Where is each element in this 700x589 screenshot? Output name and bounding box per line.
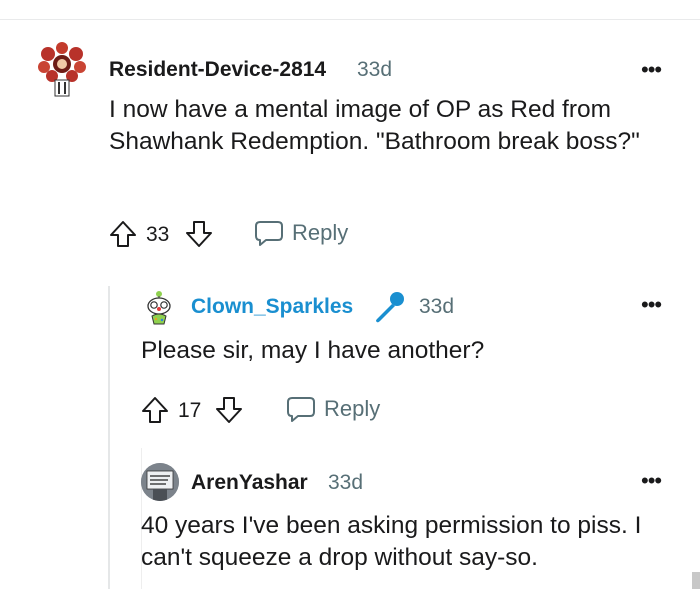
upvote-icon[interactable]	[140, 395, 170, 425]
more-options-button[interactable]: •••	[641, 294, 662, 316]
downvote-icon[interactable]	[214, 395, 244, 425]
username[interactable]: Resident-Device-2814	[109, 58, 326, 82]
comment-age: 33d	[419, 295, 455, 318]
top-divider	[0, 19, 700, 20]
thread-line[interactable]	[108, 286, 110, 589]
more-options-button[interactable]: •••	[641, 470, 662, 492]
vote-count: 17	[178, 399, 202, 422]
avatar[interactable]	[141, 463, 179, 501]
avatar[interactable]	[144, 290, 174, 328]
upvote-icon[interactable]	[108, 219, 138, 249]
comment-age: 33d	[357, 58, 393, 81]
username[interactable]: Clown_Sparkles	[191, 295, 353, 319]
comment-bubble-icon	[287, 397, 315, 422]
snoo-clown-avatar-icon	[147, 291, 171, 325]
protest-sign-avatar-icon	[141, 463, 179, 501]
comment-age: 33d	[328, 471, 364, 494]
vote-count: 33	[146, 223, 170, 246]
comment-body: I now have a mental image of OP as Red f…	[109, 96, 640, 155]
reply-button[interactable]: Reply	[254, 218, 348, 248]
more-options-button[interactable]: •••	[641, 59, 662, 81]
comment-body: Please sir, may I have another?	[141, 337, 485, 364]
demogorgon-avatar-icon	[38, 42, 86, 97]
reply-button[interactable]: Reply	[286, 394, 380, 424]
reply-label: Reply	[324, 396, 381, 421]
avatar[interactable]	[37, 42, 87, 100]
username[interactable]: ArenYashar	[191, 471, 308, 495]
comment-bubble-icon	[255, 221, 283, 246]
reply-label: Reply	[292, 220, 349, 245]
scrollbar-thumb[interactable]	[692, 572, 700, 589]
downvote-icon[interactable]	[184, 219, 214, 249]
microphone-icon	[376, 292, 404, 323]
comment-body: 40 years I've been asking permission to …	[141, 512, 642, 571]
